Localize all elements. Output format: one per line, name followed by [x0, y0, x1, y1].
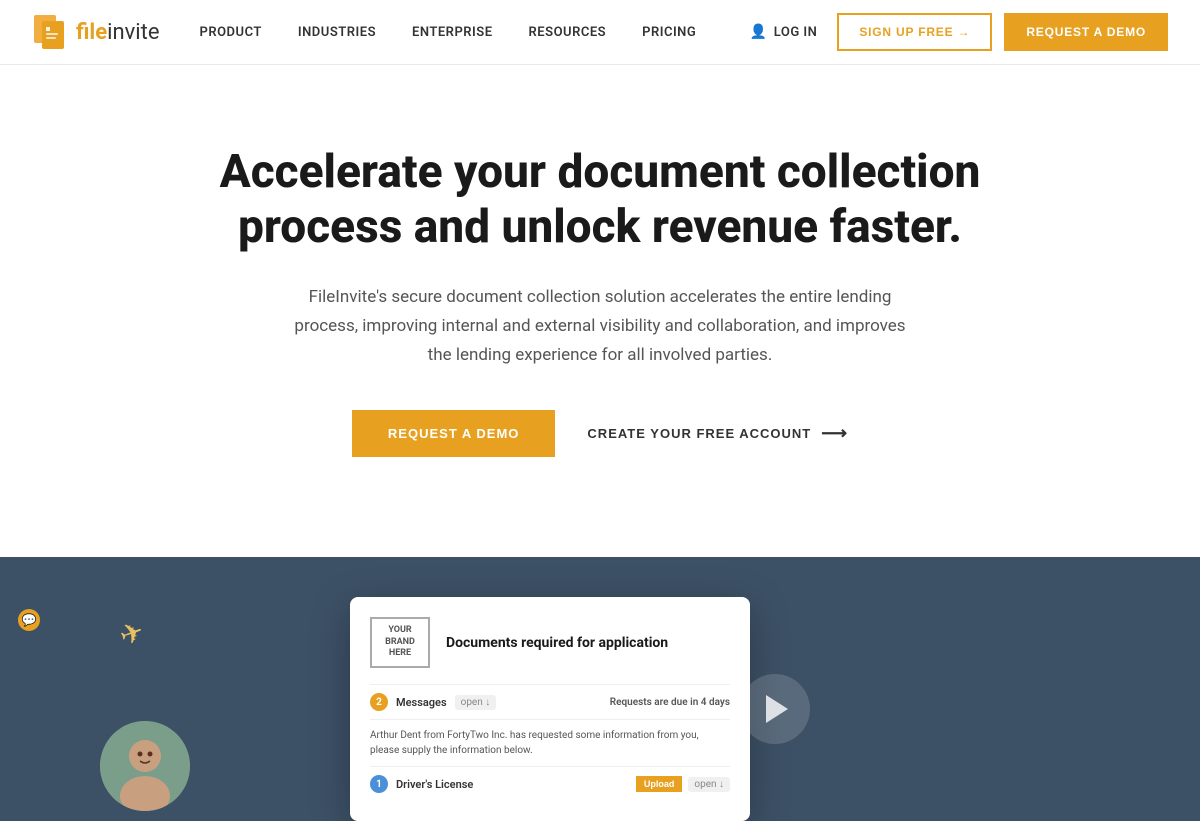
- login-label: LOG IN: [774, 25, 818, 40]
- messages-badge: 2: [370, 693, 388, 711]
- due-text: Requests are due in 4 days: [610, 697, 730, 708]
- messages-label: Messages: [396, 696, 447, 709]
- create-account-label: CREATE YOUR FREE ACCOUNT: [587, 426, 811, 441]
- paper-plane-icon: ✈: [115, 614, 148, 653]
- messages-row: 2 Messages open ↓ Requests are due in 4 …: [370, 684, 730, 719]
- logo-invite: invite: [107, 20, 159, 45]
- chat-icon: 💬: [22, 613, 37, 627]
- nav-enterprise[interactable]: ENTERPRISE: [412, 25, 493, 40]
- request-demo-nav-button[interactable]: REQUEST A DEMO: [1004, 13, 1168, 51]
- nav-industries[interactable]: INDUSTRIES: [298, 25, 376, 40]
- brand-placeholder: YOUR BRAND HERE: [370, 617, 430, 668]
- logo-icon: [32, 13, 70, 51]
- brand-line2: BRAND: [382, 637, 418, 649]
- nav-pricing[interactable]: PRICING: [642, 25, 696, 40]
- drivers-license-row: 1 Driver's License Upload open ↓: [370, 766, 730, 801]
- upload-button[interactable]: Upload: [636, 776, 683, 792]
- preview-card: YOUR BRAND HERE Documents required for a…: [350, 597, 750, 821]
- license-label: Driver's License: [396, 778, 473, 791]
- logo[interactable]: fileinvite: [32, 13, 160, 51]
- person-icon: 👤: [750, 24, 768, 40]
- hero-subtitle: FileInvite's secure document collection …: [290, 283, 910, 370]
- navbar: fileinvite PRODUCT INDUSTRIES ENTERPRISE…: [0, 0, 1200, 65]
- play-button[interactable]: [740, 674, 810, 744]
- hero-buttons: REQUEST A DEMO CREATE YOUR FREE ACCOUNT …: [170, 410, 1030, 457]
- chat-bubble-button[interactable]: 💬: [18, 609, 40, 631]
- nav-right: 👤 LOG IN SIGN UP FREE → REQUEST A DEMO: [750, 13, 1168, 51]
- logo-file: file: [76, 20, 107, 45]
- login-link[interactable]: 👤 LOG IN: [750, 24, 818, 40]
- hero-section: Accelerate your document collection proc…: [150, 65, 1050, 557]
- card-title: Documents required for application: [446, 635, 668, 651]
- card-header: YOUR BRAND HERE Documents required for a…: [370, 617, 730, 668]
- arrow-icon: ⟶: [821, 423, 848, 444]
- nav-product[interactable]: PRODUCT: [200, 25, 262, 40]
- signup-button[interactable]: SIGN UP FREE →: [837, 13, 992, 51]
- hero-title: Accelerate your document collection proc…: [170, 145, 1030, 255]
- brand-line1: YOUR: [382, 625, 418, 637]
- play-icon: [766, 695, 788, 723]
- create-account-button[interactable]: CREATE YOUR FREE ACCOUNT ⟶: [587, 423, 848, 444]
- person-avatar: [100, 721, 190, 811]
- license-badge: 1: [370, 775, 388, 793]
- nav-resources[interactable]: RESOURCES: [529, 25, 607, 40]
- brand-line3: HERE: [382, 648, 418, 660]
- card-message: Arthur Dent from FortyTwo Inc. has reque…: [370, 719, 730, 766]
- request-demo-hero-button[interactable]: REQUEST A DEMO: [352, 410, 556, 457]
- preview-section: ✈ YOUR BRAND HERE Documents required for…: [0, 557, 1200, 821]
- license-tag: open ↓: [688, 777, 730, 792]
- messages-tag: open ↓: [455, 695, 497, 710]
- nav-links: PRODUCT INDUSTRIES ENTERPRISE RESOURCES …: [200, 25, 750, 40]
- person-preview: [100, 721, 220, 821]
